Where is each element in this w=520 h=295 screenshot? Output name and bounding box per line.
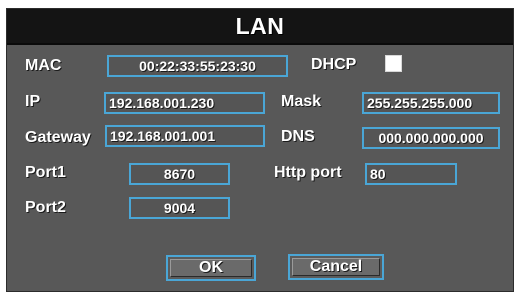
cancel-button[interactable]: Cancel bbox=[288, 254, 384, 280]
gateway-label: Gateway bbox=[25, 129, 91, 146]
mac-label: MAC bbox=[25, 57, 62, 74]
title-bar: LAN bbox=[7, 9, 513, 45]
port2-field[interactable]: 9004 bbox=[129, 197, 230, 219]
dhcp-label: DHCP bbox=[311, 56, 357, 73]
dns-label: DNS bbox=[281, 128, 315, 145]
gateway-field[interactable]: 192.168.001.001 bbox=[105, 125, 265, 147]
port1-label: Port1 bbox=[25, 164, 66, 181]
lan-dialog: LAN MAC 00:22:33:55:23:30 DHCP IP 192.16… bbox=[6, 8, 514, 292]
mac-field[interactable]: 00:22:33:55:23:30 bbox=[107, 55, 288, 77]
port2-label: Port2 bbox=[25, 199, 66, 216]
mask-field[interactable]: 255.255.255.000 bbox=[362, 92, 500, 114]
http-port-field[interactable]: 80 bbox=[365, 163, 457, 185]
dialog-title: LAN bbox=[235, 12, 285, 39]
ok-button-label: OK bbox=[170, 259, 252, 277]
ok-button[interactable]: OK bbox=[166, 255, 256, 281]
ip-label: IP bbox=[25, 93, 41, 110]
mask-label: Mask bbox=[281, 93, 322, 110]
ip-field[interactable]: 192.168.001.230 bbox=[104, 92, 265, 114]
http-port-label: Http port bbox=[274, 164, 342, 181]
dns-field[interactable]: 000.000.000.000 bbox=[362, 127, 500, 149]
cancel-button-label: Cancel bbox=[292, 258, 380, 276]
dhcp-checkbox[interactable] bbox=[385, 55, 402, 72]
port1-field[interactable]: 8670 bbox=[129, 163, 230, 185]
